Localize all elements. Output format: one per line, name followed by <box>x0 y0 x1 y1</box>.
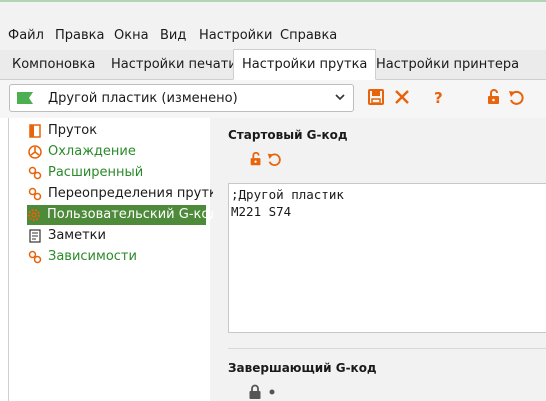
title-accent-line <box>0 0 546 2</box>
lock-open-icon[interactable] <box>248 151 264 167</box>
tab-filament-settings[interactable]: Настройки прутка <box>233 49 377 80</box>
end-gcode-title: Завершающий G-код <box>228 361 377 375</box>
menu-bar: Файл Правка Окна Вид Настройки Справка <box>0 24 546 48</box>
preset-combo[interactable]: Другой пластик (изменено) <box>9 84 354 112</box>
save-icon[interactable] <box>367 88 385 106</box>
undo-icon[interactable] <box>507 88 525 106</box>
gcode-line: M221 S74 <box>231 204 292 219</box>
menu-windows[interactable]: Окна <box>114 28 149 43</box>
chevron-down-icon[interactable] <box>333 90 347 104</box>
tree-item-label: Пруток <box>48 123 98 138</box>
tree-item-custom-gcode[interactable]: Пользовательский G-код <box>27 205 218 225</box>
menu-view[interactable]: Вид <box>160 28 186 43</box>
tree-item-label: Зависимости <box>48 249 137 264</box>
lock-icon[interactable] <box>248 384 262 400</box>
gear-icon <box>28 209 40 221</box>
menu-file[interactable]: Файл <box>8 28 44 43</box>
start-gcode-editor[interactable]: ;Другой пластик M221 S74 <box>228 183 546 333</box>
help-icon[interactable]: ? <box>430 88 448 106</box>
tab-bar: Компоновка Настройки печати Настройки пр… <box>0 49 546 80</box>
tab-printer-settings[interactable]: Настройки принтера <box>368 50 527 78</box>
dot-icon <box>269 389 275 395</box>
gcode-line: ;Другой пластик <box>231 187 344 202</box>
tree-item-label: Пользовательский G-код <box>47 207 219 222</box>
tree-item-label: Охлаждение <box>48 144 136 159</box>
fan-icon <box>28 145 42 159</box>
start-gcode-title: Стартовый G-код <box>228 128 348 142</box>
menu-edit[interactable]: Правка <box>55 28 104 43</box>
tab-plater[interactable]: Компоновка <box>4 50 103 78</box>
lock-open-icon[interactable] <box>485 88 503 106</box>
tree-item-label: Переопределения прутка <box>48 186 225 201</box>
svg-text:?: ? <box>434 89 443 106</box>
menu-help[interactable]: Справка <box>280 28 337 43</box>
gears-icon <box>28 250 42 264</box>
tab-print-settings[interactable]: Настройки печати <box>103 50 245 78</box>
gears-icon <box>28 166 42 180</box>
undo-icon[interactable] <box>266 151 282 167</box>
tree-item-label: Заметки <box>48 228 106 243</box>
gears-icon <box>28 187 42 201</box>
notes-icon <box>29 229 41 243</box>
filament-icon <box>29 124 41 138</box>
flag-icon <box>17 92 33 104</box>
preset-value: Другой пластик (изменено) <box>48 91 238 106</box>
delete-icon[interactable] <box>393 88 411 106</box>
menu-settings[interactable]: Настройки <box>199 28 272 43</box>
tree-item-label: Расширенный <box>48 165 144 180</box>
tree-guide-line <box>8 118 9 401</box>
window-top-strip <box>0 0 546 24</box>
section-divider <box>228 348 546 349</box>
